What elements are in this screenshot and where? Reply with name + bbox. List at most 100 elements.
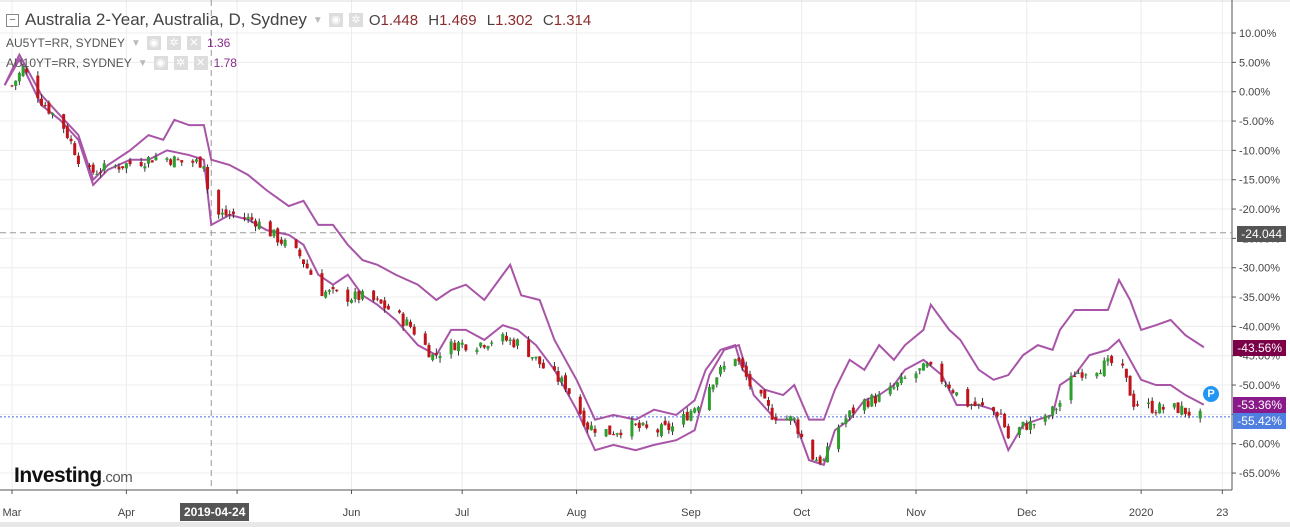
candle [711, 384, 715, 390]
close-label: C [542, 11, 554, 29]
candle [682, 413, 686, 425]
y-tick-label: 10.00% [1239, 28, 1277, 40]
candle [1180, 405, 1184, 415]
candle [785, 418, 789, 421]
candle [1198, 410, 1202, 419]
candle [1025, 423, 1029, 430]
au5-name[interactable]: AU5YT=RR, SYDNEY [6, 36, 125, 50]
candle [619, 432, 623, 436]
candle [279, 239, 283, 244]
candle [811, 439, 815, 460]
candle [1084, 374, 1088, 376]
au10-name[interactable]: AU10YT=RR, SYDNEY [6, 56, 132, 70]
candle [124, 163, 128, 169]
p-badge-icon[interactable]: P [1203, 386, 1219, 402]
candle [770, 407, 774, 420]
series-line-au5yt-rr [3, 57, 1205, 467]
candle [87, 165, 91, 167]
x-tick-label: Sep [681, 507, 701, 519]
chevron-down-icon[interactable]: ▼ [313, 15, 323, 26]
price-chart[interactable]: 10.00% 5.00% 0.00% -5.00% -10.00% -15.00% -20.… [0, 0, 1290, 527]
candle [349, 299, 353, 303]
high-value: 1.469 [439, 11, 477, 29]
candle [1183, 407, 1187, 414]
x-tick-label: Jun [343, 507, 361, 519]
collapse-icon[interactable]: − [6, 13, 19, 27]
y-tick-label: 0.00% [1239, 87, 1270, 99]
candle [246, 216, 250, 220]
x-tick-label: 23 [1216, 507, 1228, 519]
candle [899, 376, 903, 384]
candle [191, 160, 195, 163]
close-value: 1.314 [553, 11, 592, 29]
candle [914, 373, 918, 379]
candle [504, 335, 508, 341]
series-line-au10yt-rr [3, 52, 1205, 421]
candle [634, 423, 638, 425]
candle [567, 388, 571, 394]
candle [1147, 402, 1151, 404]
close-icon[interactable]: ✕ [186, 36, 201, 50]
eye-icon[interactable]: ◉ [328, 13, 343, 27]
candle [501, 334, 505, 342]
candle [438, 356, 442, 359]
candle [685, 411, 689, 421]
candle [427, 344, 431, 358]
candle [611, 434, 615, 436]
candle [40, 98, 44, 106]
candle [800, 433, 804, 438]
candle [76, 155, 80, 165]
candle [449, 341, 453, 355]
candle [718, 366, 722, 375]
y-tick-label: -30.00% [1239, 263, 1280, 275]
x-tick-label: Nov [906, 507, 926, 519]
candle [1069, 376, 1073, 401]
eye-icon[interactable]: ◉ [146, 36, 161, 50]
y-tick-label: -60.00% [1239, 439, 1280, 451]
candle [268, 221, 272, 237]
au5-last-tag: -53.36% [1233, 397, 1286, 413]
candle [242, 217, 246, 219]
candle [372, 290, 376, 301]
chevron-down-icon[interactable]: ▼ [138, 58, 148, 69]
candle [401, 313, 405, 327]
gear-icon[interactable]: ✲ [348, 13, 363, 27]
candle [202, 166, 206, 169]
candle [530, 357, 534, 359]
candle [992, 407, 996, 412]
candle [1124, 368, 1128, 378]
candle [512, 339, 516, 348]
candle [637, 422, 641, 429]
candle [1006, 426, 1010, 439]
eye-icon[interactable]: ◉ [153, 56, 168, 70]
candle [1102, 360, 1106, 376]
candle [1172, 403, 1176, 408]
candle [250, 217, 254, 220]
candle [1106, 358, 1110, 362]
au10-legend: AU10YT=RR, SYDNEY ▼ ◉ ✲ ✕ 1.78 [6, 56, 237, 70]
candle [1176, 402, 1180, 413]
candle [228, 214, 232, 216]
candle [508, 339, 512, 342]
candle [1017, 427, 1021, 436]
candle [206, 167, 210, 190]
close-icon[interactable]: ✕ [193, 56, 208, 70]
candle [1132, 393, 1136, 407]
candle [615, 433, 619, 435]
gear-icon[interactable]: ✲ [166, 36, 181, 50]
candle [951, 390, 955, 393]
candle [578, 396, 582, 414]
chart-container[interactable]: 10.00% 5.00% 0.00% -5.00% -10.00% -15.00% -20.… [0, 0, 1290, 527]
candle [663, 420, 667, 425]
candle [65, 126, 69, 139]
crosshair-date-tag: 2019-04-24 [180, 503, 250, 521]
candle [1073, 376, 1077, 378]
gear-icon[interactable]: ✲ [173, 56, 188, 70]
chevron-down-icon[interactable]: ▼ [131, 38, 141, 49]
candle [693, 408, 697, 413]
candle [973, 401, 977, 406]
candle [977, 403, 981, 405]
main-series-title[interactable]: Australia 2-Year, Australia, D, Sydney [25, 10, 307, 30]
y-tick-label: -65.00% [1239, 468, 1280, 480]
candle [656, 429, 660, 433]
